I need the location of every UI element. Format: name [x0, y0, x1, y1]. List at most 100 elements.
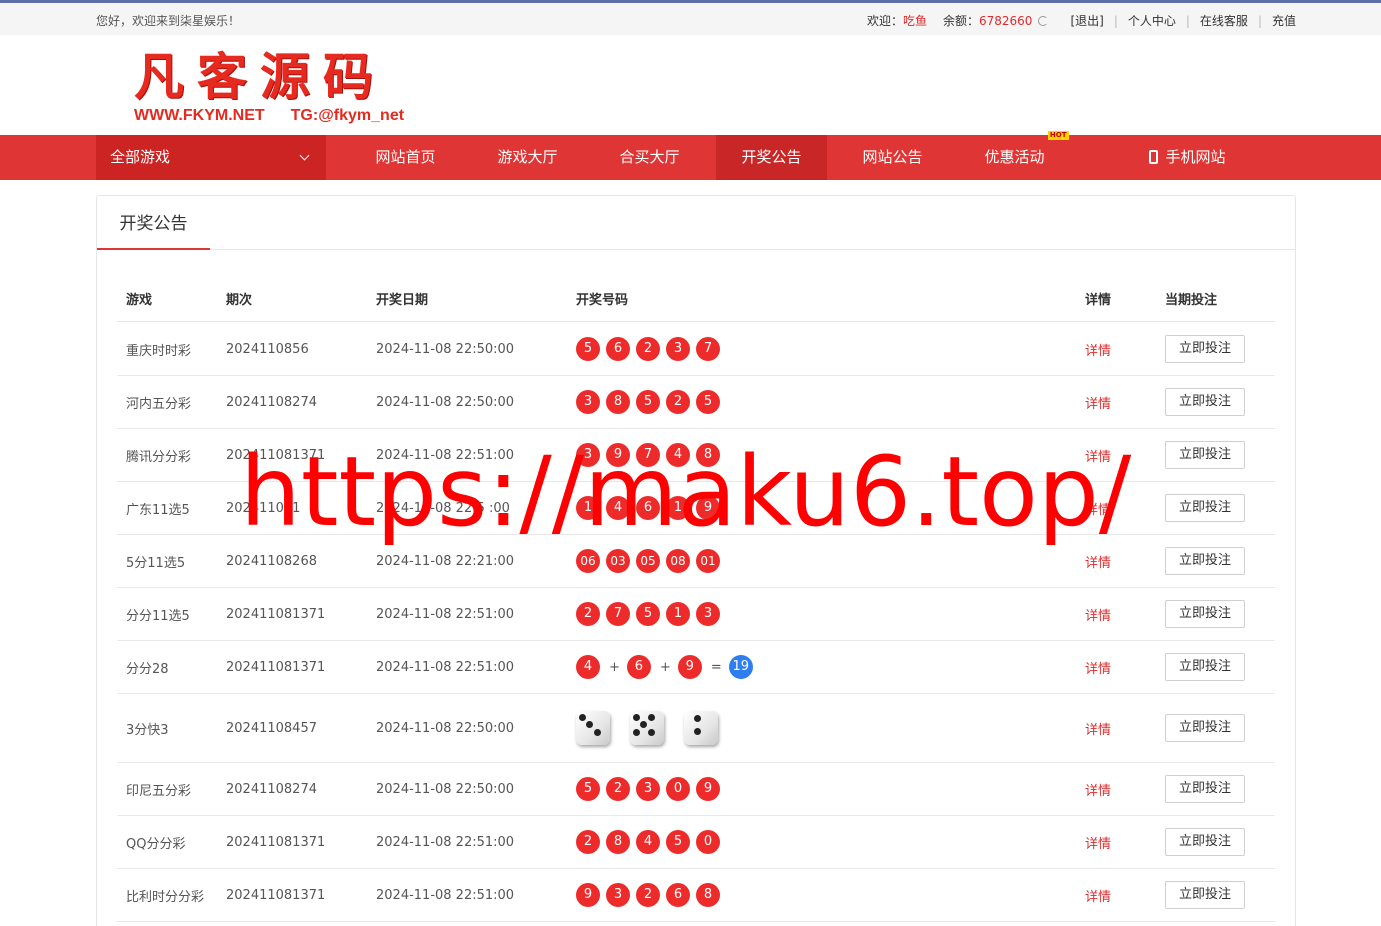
number-ball: 5: [576, 777, 600, 801]
number-ball: 4: [666, 443, 690, 467]
nav-mobile[interactable]: 手机网站: [1135, 135, 1240, 180]
logo-title: 凡客源码: [134, 47, 386, 106]
bet-now-button[interactable]: 立即投注: [1165, 494, 1245, 522]
table-row: 腾讯分分彩 202411081371 2024-11-08 22:51:00 3 9 7 4…: [117, 429, 1275, 482]
game-name: 比利时分分彩: [126, 889, 205, 905]
number-ball: 2: [606, 777, 630, 801]
number-ball: 3: [666, 337, 690, 361]
site-logo[interactable]: 凡客源码 WWW.FKYM.NET TG:@fkym_net: [134, 49, 414, 129]
detail-link[interactable]: 详情: [1085, 429, 1111, 481]
bet-now-button[interactable]: 立即投注: [1165, 441, 1245, 469]
number-ball: 4: [636, 830, 660, 854]
greet-label: 欢迎：: [866, 14, 903, 28]
header-numbers: 开奖号码: [576, 293, 629, 308]
main-nav: 全部游戏 网站首页 游戏大厅 合买大厅 开奖公告 网站公告 优惠活动 HOT 手…: [0, 131, 1381, 180]
number-ball: 5: [576, 337, 600, 361]
hot-badge: HOT: [1047, 131, 1069, 140]
game-name: 3分快3: [126, 722, 169, 738]
header-game: 游戏: [126, 293, 153, 308]
detail-link[interactable]: 详情: [1085, 763, 1111, 815]
draw-date: 2024-11-08 22:51:00: [376, 606, 515, 622]
dice-3-icon: [576, 711, 610, 745]
bet-now-cell: 立即投注: [1165, 323, 1245, 375]
header-date: 开奖日期: [376, 293, 429, 308]
nav-promotions-label: 优惠活动: [984, 148, 1045, 166]
number-ball: 5: [696, 390, 720, 414]
panel-title-tab[interactable]: 开奖公告: [97, 196, 210, 250]
detail-link[interactable]: 详情: [1085, 694, 1111, 762]
number-ball: 3: [636, 777, 660, 801]
bet-now-button[interactable]: 立即投注: [1165, 600, 1245, 628]
bet-now-button[interactable]: 立即投注: [1165, 335, 1245, 363]
service-link[interactable]: 在线客服: [1200, 12, 1248, 29]
plus-sign: +: [609, 659, 620, 675]
bet-now-cell: 立即投注: [1165, 763, 1245, 815]
number-ball: 1: [576, 496, 600, 520]
logout-link[interactable]: [退出]: [1070, 12, 1103, 29]
bet-now-cell: 立即投注: [1165, 641, 1245, 693]
number-ball: 5: [636, 602, 660, 626]
game-name: 印尼五分彩: [126, 783, 192, 799]
logo-tg: TG:@fkym_net: [290, 107, 405, 124]
draw-numbers: [576, 694, 738, 762]
game-name: 腾讯分分彩: [126, 449, 192, 465]
number-ball: 9: [576, 883, 600, 907]
table-row: QQ分分彩 202411081371 2024-11-08 22:51:00 2 8 4 5…: [117, 816, 1275, 869]
user-center-link[interactable]: 个人中心: [1128, 12, 1176, 29]
nav-home[interactable]: 网站首页: [355, 135, 456, 180]
bet-now-button[interactable]: 立即投注: [1165, 547, 1245, 575]
number-ball: 9: [606, 443, 630, 467]
draw-date: 2024-11-08 22:50:00: [376, 394, 515, 410]
bet-now-button[interactable]: 立即投注: [1165, 828, 1245, 856]
logo-site: WWW.FKYM.NET: [134, 107, 265, 124]
number-ball: 4: [576, 655, 600, 679]
number-ball: 2: [666, 390, 690, 414]
number-ball: 7: [636, 443, 660, 467]
table-header: 游戏 期次 开奖日期 开奖号码 详情 当期投注: [117, 272, 1275, 322]
draw-numbers: 4 +6 +9 = 19: [576, 641, 759, 693]
issue-number: 202411081371: [226, 659, 326, 675]
draw-date: 2024-11-08 22:51:00: [376, 659, 515, 675]
bet-now-button[interactable]: 立即投注: [1165, 714, 1245, 742]
table-row: 分分28 202411081371 2024-11-08 22:51:00 4 +6 +9…: [117, 641, 1275, 694]
issue-number: 202411081: [226, 500, 301, 516]
detail-link[interactable]: 详情: [1085, 869, 1111, 921]
welcome-text: 您好，欢迎来到柒星娱乐！: [96, 14, 241, 28]
detail-link[interactable]: 详情: [1085, 482, 1111, 534]
draw-date: 2024-11-08 22:50:00: [376, 781, 515, 797]
number-ball: 05: [636, 549, 660, 573]
detail-link[interactable]: 详情: [1085, 323, 1111, 375]
nav-game-hall[interactable]: 游戏大厅: [477, 135, 578, 180]
detail-link[interactable]: 详情: [1085, 816, 1111, 868]
recharge-link[interactable]: 充值: [1272, 12, 1296, 29]
detail-link[interactable]: 详情: [1085, 535, 1111, 587]
refresh-icon[interactable]: [1038, 15, 1049, 26]
bet-now-button[interactable]: 立即投注: [1165, 653, 1245, 681]
bet-now-cell: 立即投注: [1165, 588, 1245, 640]
nav-promotions[interactable]: 优惠活动 HOT: [964, 131, 1069, 180]
issue-number: 202411081371: [226, 447, 326, 463]
nav-group-buy[interactable]: 合买大厅: [599, 135, 700, 180]
number-ball: 08: [666, 549, 690, 573]
issue-number: 202411081371: [226, 887, 326, 903]
number-ball: 03: [606, 549, 630, 573]
number-ball: 9: [696, 496, 720, 520]
panel-header: 开奖公告: [97, 196, 1295, 250]
detail-link[interactable]: 详情: [1085, 588, 1111, 640]
table-row: 比利时分分彩 202411081371 2024-11-08 22:51:00 9 3 2…: [117, 869, 1275, 922]
issue-number: 20241108274: [226, 394, 317, 410]
number-ball: 0: [666, 777, 690, 801]
nav-lottery-results[interactable]: 开奖公告: [716, 135, 827, 180]
nav-announcements-label: 网站公告: [862, 148, 923, 166]
bet-now-button[interactable]: 立即投注: [1165, 388, 1245, 416]
draw-numbers: 56237: [576, 323, 726, 375]
table-row: 河内五分彩 20241108274 2024-11-08 22:50:00 3 8 5 2 5…: [117, 376, 1275, 429]
all-games-dropdown[interactable]: 全部游戏: [96, 135, 326, 180]
header-issue: 期次: [226, 293, 253, 308]
draw-numbers: 93268: [576, 869, 726, 921]
bet-now-button[interactable]: 立即投注: [1165, 881, 1245, 909]
detail-link[interactable]: 详情: [1085, 641, 1111, 693]
detail-link[interactable]: 详情: [1085, 376, 1111, 428]
nav-announcements[interactable]: 网站公告: [842, 135, 943, 180]
bet-now-button[interactable]: 立即投注: [1165, 775, 1245, 803]
